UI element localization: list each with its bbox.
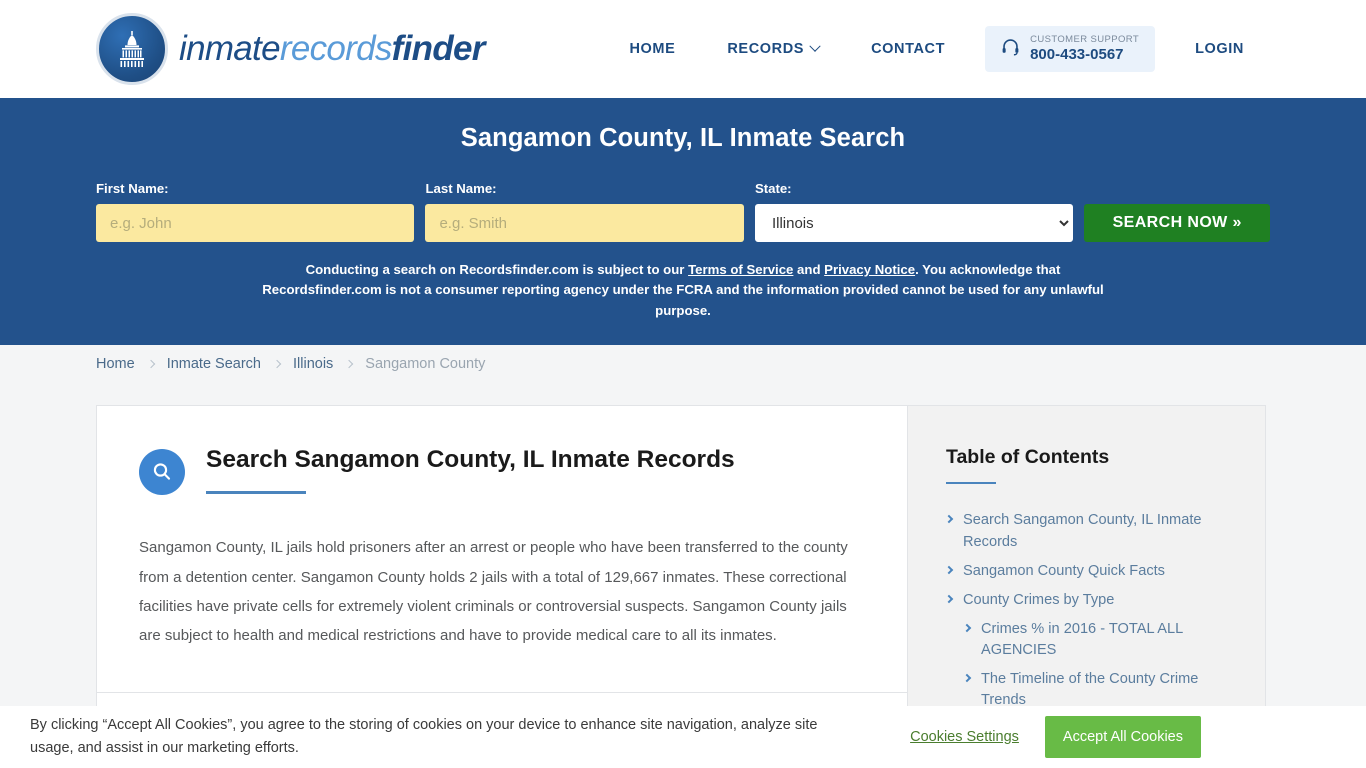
support-phone: 800-433-0567 xyxy=(1030,45,1124,63)
brand-part-inmate: inmate xyxy=(179,29,281,68)
cookie-consent-banner: By clicking “Accept All Cookies”, you ag… xyxy=(0,706,1366,768)
privacy-notice-link[interactable]: Privacy Notice xyxy=(824,262,915,277)
cookie-banner-text: By clicking “Accept All Cookies”, you ag… xyxy=(30,716,818,756)
site-logo[interactable]: inmaterecordsfinder xyxy=(96,13,485,85)
hero-search-section: Sangamon County, IL Inmate Search First … xyxy=(0,98,1366,346)
capitol-building-icon xyxy=(96,13,168,85)
support-label: CUSTOMER SUPPORT xyxy=(1030,33,1140,45)
last-name-input[interactable] xyxy=(425,204,744,242)
chevron-right-icon xyxy=(944,565,954,574)
customer-support-badge[interactable]: CUSTOMER SUPPORT 800-433-0567 xyxy=(985,25,1156,73)
search-disclaimer: Conducting a search on Recordsfinder.com… xyxy=(253,260,1113,321)
nav-item-home-label: HOME xyxy=(629,40,676,57)
nav-item-login-label: LOGIN xyxy=(1195,40,1244,57)
section-title-group: Search Sangamon County, IL Inmate Record… xyxy=(206,446,735,494)
toc-item-quick-facts[interactable]: Sangamon County Quick Facts xyxy=(944,561,1237,582)
content-card: Search Sangamon County, IL Inmate Record… xyxy=(96,405,908,756)
nav-item-contact-label: CONTACT xyxy=(871,40,946,57)
toc-link[interactable]: Crimes % in 2016 - TOTAL ALL AGENCIES xyxy=(981,619,1237,661)
last-name-field-group: Last Name: xyxy=(425,181,744,242)
toc-item-crimes-by-type[interactable]: County Crimes by Type xyxy=(944,590,1237,611)
breadcrumb-item-illinois[interactable]: Illinois xyxy=(293,356,333,372)
terms-of-service-link[interactable]: Terms of Service xyxy=(688,262,793,277)
chevron-right-icon xyxy=(962,623,972,633)
page-title: Sangamon County, IL Inmate Search xyxy=(460,124,906,152)
chevron-right-icon xyxy=(944,594,954,604)
toc-item-search-records[interactable]: Search Sangamon County, IL Inmate Record… xyxy=(944,510,1237,552)
section-title: Search Sangamon County, IL Inmate Record… xyxy=(206,446,735,474)
nav-item-contact[interactable]: CONTACT xyxy=(845,41,971,57)
chevron-right-icon xyxy=(962,674,972,683)
brand-wordmark: inmaterecordsfinder xyxy=(179,29,485,69)
chevron-right-icon xyxy=(345,360,354,369)
nav-item-records[interactable]: RECORDS xyxy=(701,40,845,57)
site-header: inmaterecordsfinder HOME RECORDS CONTACT xyxy=(0,0,1366,98)
chevron-right-icon xyxy=(272,360,282,369)
state-field-group: State: Illinois xyxy=(754,181,1074,242)
breadcrumb-bar: Home Inmate Search Illinois Sangamon Cou… xyxy=(0,345,1366,384)
nav-item-home[interactable]: HOME xyxy=(603,41,701,57)
first-name-label: First Name: xyxy=(96,181,169,196)
brand-part-finder: finder xyxy=(391,29,486,68)
breadcrumb-item-home[interactable]: Home xyxy=(96,356,135,372)
breadcrumb-item-inmate-search[interactable]: Inmate Search xyxy=(167,356,261,372)
toc-item-crimes-percent-2016[interactable]: Crimes % in 2016 - TOTAL ALL AGENCIES xyxy=(962,619,1237,661)
accept-all-cookies-button[interactable]: Accept All Cookies xyxy=(1044,716,1201,758)
brand-part-records: records xyxy=(279,29,393,68)
chevron-right-icon xyxy=(146,360,155,369)
search-icon xyxy=(139,449,185,496)
search-now-button[interactable]: SEARCH NOW » xyxy=(1084,204,1271,242)
first-name-input[interactable] xyxy=(96,204,415,242)
chevron-right-icon xyxy=(944,515,954,524)
state-select[interactable]: Illinois xyxy=(754,204,1074,242)
cookies-settings-link[interactable]: Cookies Settings xyxy=(910,729,1019,745)
first-name-field-group: First Name: xyxy=(96,181,415,242)
page-body: Search Sangamon County, IL Inmate Record… xyxy=(0,383,1366,756)
toc-link[interactable]: County Crimes by Type xyxy=(963,590,1114,611)
disclaimer-part-2: and xyxy=(793,262,825,277)
section-header: Search Sangamon County, IL Inmate Record… xyxy=(139,446,863,496)
headset-icon xyxy=(1001,37,1020,61)
main-navigation: HOME RECORDS CONTACT CUSTOMER SUPPORT 80… xyxy=(603,25,1270,73)
chevron-down-icon xyxy=(809,40,821,52)
section-body-text: Sangamon County, IL jails hold prisoners… xyxy=(139,539,848,645)
section-title-underline xyxy=(206,490,306,494)
disclaimer-part-1: Conducting a search on Recordsfinder.com… xyxy=(305,262,689,277)
cookie-banner-actions: Cookies Settings Accept All Cookies xyxy=(910,716,1336,758)
toc-title: Table of Contents xyxy=(946,446,1110,469)
support-meta: CUSTOMER SUPPORT 800-433-0567 xyxy=(1030,33,1140,63)
table-of-contents: Table of Contents Search Sangamon County… xyxy=(908,405,1266,756)
content-divider xyxy=(97,692,907,694)
breadcrumb: Home Inmate Search Illinois Sangamon Cou… xyxy=(96,356,485,372)
toc-title-underline xyxy=(946,482,996,485)
inmate-search-form: First Name: Last Name: State: Illinois S… xyxy=(96,181,1271,242)
toc-link[interactable]: Search Sangamon County, IL Inmate Record… xyxy=(963,510,1237,552)
toc-link[interactable]: Sangamon County Quick Facts xyxy=(963,561,1165,582)
nav-item-login[interactable]: LOGIN xyxy=(1169,41,1270,57)
state-label: State: xyxy=(754,181,792,196)
nav-item-records-label: RECORDS xyxy=(727,40,805,57)
breadcrumb-item-current: Sangamon County xyxy=(365,356,486,373)
last-name-label: Last Name: xyxy=(425,181,497,196)
